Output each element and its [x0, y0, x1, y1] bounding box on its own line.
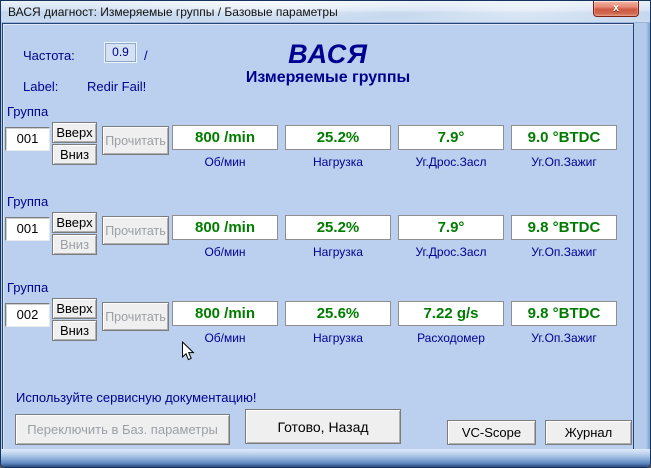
value-cell: 25.2%: [285, 125, 391, 150]
header-title-block: ВАСЯ Измеряемые группы: [153, 40, 503, 87]
mouse-cursor-icon: [181, 341, 195, 362]
unit-label: Расходомер: [398, 331, 504, 345]
group-row-3: Группа 002 Вверх Вниз Прочитать 800 /min…: [3, 280, 635, 366]
value-cell: 800 /min: [172, 215, 278, 240]
group-read-button[interactable]: Прочитать: [102, 302, 169, 331]
group-row-2: Группа 001 Вверх Вниз Прочитать 800 /min…: [3, 194, 635, 280]
service-doc-hint: Используйте сервисную документацию!: [16, 390, 257, 405]
app-window: ВАСЯ диагност: Измеряемые группы / Базов…: [0, 0, 651, 468]
value-cell: 7.22 g/s: [398, 301, 504, 326]
value-cell: 7.9°: [398, 125, 504, 150]
group-read-button[interactable]: Прочитать: [102, 126, 169, 155]
switch-to-basic-settings-button[interactable]: Переключить в Баз. параметры: [15, 414, 230, 445]
unit-label: Уг.Оп.Зажиг: [511, 155, 617, 169]
unit-label: Об/мин: [172, 155, 278, 169]
group-caption: Группа: [7, 280, 48, 295]
vc-scope-button[interactable]: VC-Scope: [447, 420, 536, 445]
title-bar[interactable]: ВАСЯ диагност: Измеряемые группы / Базов…: [1, 1, 650, 23]
unit-label: Уг.Дрос.Засл: [398, 245, 504, 259]
unit-label: Нагрузка: [285, 155, 391, 169]
close-icon: x: [613, 2, 619, 14]
group-down-button[interactable]: Вниз: [52, 144, 97, 165]
window-title: ВАСЯ диагност: Измеряемые группы / Базов…: [8, 5, 338, 19]
value-cell: 9.8 °BTDC: [511, 215, 617, 240]
value-cell: 7.9°: [398, 215, 504, 240]
frequency-label: Частота:: [23, 48, 75, 63]
unit-label: Уг.Оп.Зажиг: [511, 331, 617, 345]
group-number-field[interactable]: 001: [5, 217, 50, 241]
group-up-button[interactable]: Вверх: [52, 298, 97, 319]
page-title: Измеряемые группы: [153, 68, 503, 87]
group-row-1: Группа 001 Вверх Вниз Прочитать 800 /min…: [3, 104, 635, 190]
label-value: Redir Fail!: [87, 79, 146, 94]
dialog-client-area: Частота: 0.9 / Label: Redir Fail! ВАСЯ И…: [2, 23, 634, 450]
group-number-field[interactable]: 001: [5, 127, 50, 151]
unit-label: Об/мин: [172, 245, 278, 259]
frequency-field[interactable]: 0.9: [105, 43, 136, 62]
unit-label: Уг.Дрос.Засл: [398, 155, 504, 169]
done-back-button[interactable]: Готово, Назад: [245, 409, 401, 444]
group-down-button[interactable]: Вниз: [52, 320, 97, 341]
unit-label: Нагрузка: [285, 245, 391, 259]
app-title: ВАСЯ: [153, 40, 503, 68]
group-number-field[interactable]: 002: [5, 303, 50, 327]
group-up-button[interactable]: Вверх: [52, 212, 97, 233]
unit-label: Нагрузка: [285, 331, 391, 345]
label-caption: Label:: [23, 79, 58, 94]
unit-label: Уг.Оп.Зажиг: [511, 245, 617, 259]
log-button[interactable]: Журнал: [545, 420, 632, 445]
value-cell: 9.8 °BTDC: [511, 301, 617, 326]
value-cell: 800 /min: [172, 125, 278, 150]
close-button[interactable]: x: [593, 1, 639, 17]
group-down-button[interactable]: Вниз: [52, 234, 97, 255]
group-up-button[interactable]: Вверх: [52, 122, 97, 143]
frequency-suffix: /: [144, 48, 148, 63]
group-read-button[interactable]: Прочитать: [102, 216, 169, 245]
window-right-frame: [646, 23, 650, 453]
value-cell: 9.0 °BTDC: [511, 125, 617, 150]
group-caption: Группа: [7, 194, 48, 209]
value-cell: 800 /min: [172, 301, 278, 326]
value-cell: 25.6%: [285, 301, 391, 326]
window-bottom-frame: [1, 449, 650, 467]
value-cell: 25.2%: [285, 215, 391, 240]
group-caption: Группа: [7, 104, 48, 119]
